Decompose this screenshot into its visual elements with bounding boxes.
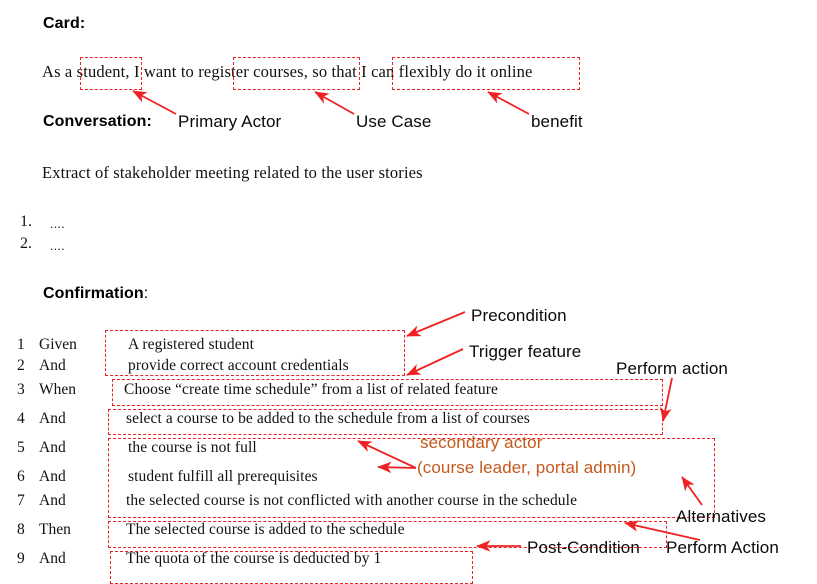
conversation-item-1-number: 1. [20, 213, 32, 230]
row-number: 3 [17, 381, 25, 398]
row-number: 9 [17, 550, 25, 567]
row-text: select a course to be added to the sched… [126, 410, 530, 427]
arrow-benefit [487, 91, 530, 115]
story-lead: As a [42, 62, 77, 81]
story-benefit: can flexibly do it online [371, 62, 533, 81]
row-keyword: And [39, 410, 66, 427]
row-text: The selected course is added to the sche… [126, 521, 405, 538]
annotation-use-case: Use Case [356, 112, 432, 131]
row-number: 2 [17, 357, 25, 374]
annotation-precondition: Precondition [471, 306, 567, 325]
conversation-item-2-number: 2. [20, 235, 32, 252]
conversation-intro: Extract of stakeholder meeting related t… [42, 163, 423, 182]
story-primary-actor: student, [76, 62, 130, 81]
row-text: The quota of the course is deducted by 1 [126, 550, 382, 567]
row-number: 4 [17, 410, 25, 427]
row-keyword: And [39, 357, 66, 374]
card-heading: Card: [43, 15, 86, 32]
story-mid-1: I want to [129, 62, 199, 81]
user-story-sentence: As a student, I want to register courses… [42, 62, 532, 82]
annotation-trigger-feature: Trigger feature [469, 342, 582, 361]
conversation-item-2-text: .... [50, 238, 65, 253]
annotation-benefit: benefit [531, 112, 583, 131]
arrow-primary-actor [132, 90, 177, 115]
slide-canvas: Card: As a student, I want to register c… [0, 0, 817, 584]
confirmation-heading-text: Confirmation [43, 285, 144, 302]
arrow-secondary-actor-a [357, 440, 417, 469]
row-keyword: When [39, 381, 77, 398]
row-number: 6 [17, 468, 25, 485]
row-number: 8 [17, 521, 25, 538]
annotation-primary-actor: Primary Actor [178, 112, 282, 131]
row-keyword: And [39, 492, 66, 509]
row-text: student fulfill all prerequisites [128, 468, 318, 485]
row-keyword: Given [39, 336, 77, 353]
arrow-trigger-feature [406, 348, 464, 376]
row-text: A registered student [128, 336, 254, 353]
confirmation-heading-colon: : [143, 285, 149, 302]
row-keyword: Then [39, 521, 71, 538]
row-keyword: And [39, 468, 66, 485]
row-text: the course is not full [128, 439, 257, 456]
row-number: 5 [17, 439, 25, 456]
arrow-secondary-actor-b [377, 461, 417, 474]
annotation-post-condition: Post-Condition [527, 538, 640, 557]
arrow-use-case [314, 91, 355, 115]
row-text: Choose “create time schedule” from a lis… [124, 381, 498, 398]
conversation-heading: Conversation: [43, 113, 152, 130]
annotation-alternatives: Alternatives [676, 507, 767, 526]
story-use-case: register courses, [198, 62, 308, 81]
row-text: the selected course is not conflicted wi… [126, 492, 578, 509]
arrow-perform-action-top [660, 377, 673, 422]
annotation-secondary-actor-line-1: secondary actor [420, 433, 543, 452]
row-number: 1 [17, 336, 25, 353]
arrow-alternatives [681, 476, 703, 506]
annotation-perform-action-bottom: Perform Action [666, 538, 779, 557]
confirmation-heading: Confirmation: [43, 285, 148, 303]
conversation-item-1-text: .... [50, 216, 65, 231]
story-mid-2: so that I [308, 62, 372, 81]
annotation-perform-action-top: Perform action [616, 359, 728, 378]
row-keyword: And [39, 439, 66, 456]
annotation-secondary-actor-line-2: (course leader, portal admin) [417, 458, 637, 477]
row-number: 7 [17, 492, 25, 509]
arrow-precondition [406, 311, 466, 337]
row-text: provide correct account credentials [128, 357, 349, 374]
row-keyword: And [39, 550, 66, 567]
